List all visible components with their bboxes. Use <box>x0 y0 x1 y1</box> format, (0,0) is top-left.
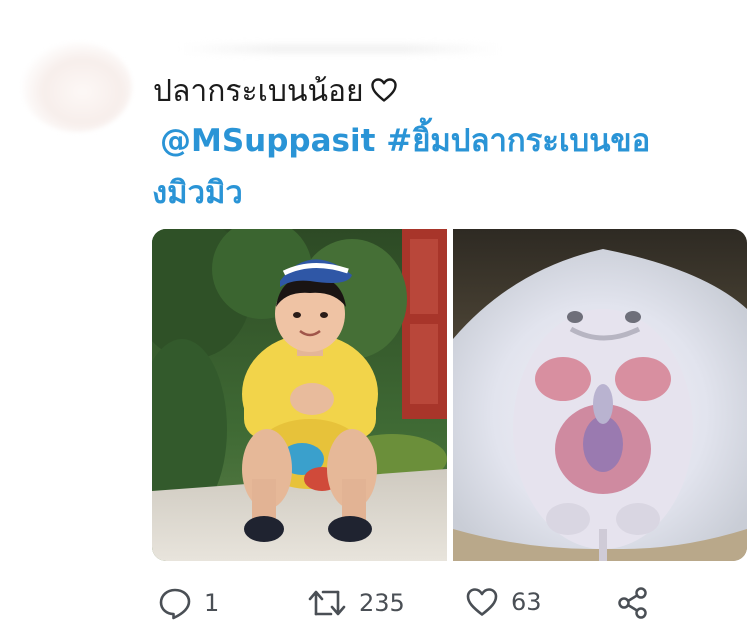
tweet-actions-bar: 1 235 63 <box>0 584 747 624</box>
tweet-text-first-line: ปลากระเบนน้อย <box>153 72 398 114</box>
like-count: 63 <box>511 588 542 616</box>
reply-count: 1 <box>204 589 220 617</box>
retweet-button[interactable]: 235 <box>307 586 405 620</box>
share-button[interactable] <box>616 586 650 620</box>
tweet-text-hashtag-continuation[interactable]: งมิวมิว <box>152 172 243 214</box>
heart-outline-icon <box>370 74 398 114</box>
retweet-icon <box>307 586 347 620</box>
heart-icon <box>465 586 499 618</box>
media-photo-stingray[interactable] <box>453 229 747 561</box>
author-display-text: ปลากระเบนน้อย <box>153 74 364 109</box>
retweet-count: 235 <box>359 589 405 617</box>
faded-header <box>180 44 500 54</box>
tweet-card: ปลากระเบนน้อย @MSuppasit #ยิ้มปลากระเบนข… <box>0 0 747 636</box>
avatar[interactable] <box>22 42 132 132</box>
reply-button[interactable]: 1 <box>158 586 219 620</box>
tweet-text-link-line[interactable]: @MSuppasit #ยิ้มปลากระเบนขอ <box>160 120 650 162</box>
reply-icon <box>158 586 192 620</box>
like-button[interactable]: 63 <box>465 586 542 618</box>
media-photo-boy[interactable] <box>152 229 447 561</box>
share-icon <box>616 586 650 620</box>
